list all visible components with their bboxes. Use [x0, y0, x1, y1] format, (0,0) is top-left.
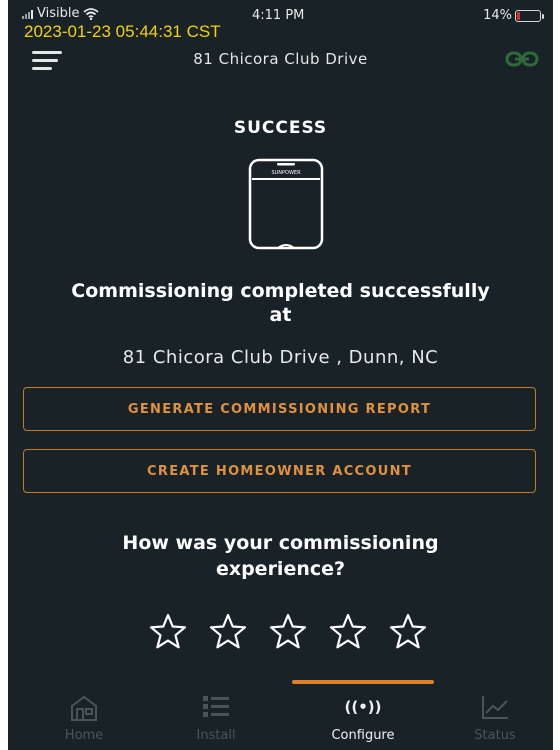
wifi-icon	[83, 7, 100, 20]
generate-report-button[interactable]: GENERATE COMMISSIONING REPORT	[23, 387, 536, 431]
battery-percent: 14%	[483, 8, 512, 23]
feedback-question-line2: experience?	[215, 558, 346, 580]
bottom-tab-bar: Home Install ((•)) Configure Status	[8, 686, 553, 750]
success-message-line2: at	[269, 304, 292, 326]
list-icon	[203, 696, 229, 717]
star-2-icon[interactable]	[208, 612, 248, 652]
star-4-icon[interactable]	[328, 612, 368, 652]
tab-home[interactable]: Home	[24, 686, 144, 750]
status-bar: Visible 4:11 PM 14% 2023-01-23 05:44:31 …	[8, 0, 553, 41]
home-icon	[71, 695, 97, 721]
tab-status-label: Status	[474, 728, 516, 743]
star-rating	[148, 612, 428, 652]
success-title: SUCCESS	[233, 118, 328, 138]
app-header: 81 Chicora Club Drive	[8, 40, 553, 80]
battery-indicator: 14%	[483, 8, 544, 23]
star-1-icon[interactable]	[148, 612, 188, 652]
tab-install[interactable]: Install	[156, 686, 276, 750]
success-message-line1: Commissioning completed successfully	[71, 280, 490, 302]
active-tab-indicator	[292, 680, 434, 684]
device-icon: SUNPOWER	[248, 158, 324, 250]
timestamp-overlay: 2023-01-23 05:44:31 CST	[24, 22, 221, 41]
app-screen: Visible 4:11 PM 14% 2023-01-23 05:44:31 …	[8, 0, 553, 750]
tab-status[interactable]: Status	[435, 686, 553, 750]
carrier-name: Visible	[37, 6, 80, 21]
tab-configure[interactable]: ((•)) Configure	[303, 686, 423, 750]
tab-configure-label: Configure	[331, 728, 395, 743]
feedback-question: How was your commissioning experience?	[8, 530, 553, 582]
header-title: 81 Chicora Club Drive	[193, 50, 368, 68]
site-address: 81 Chicora Club Drive , Dunn, NC	[122, 347, 439, 368]
star-5-icon[interactable]	[388, 612, 428, 652]
star-3-icon[interactable]	[268, 612, 308, 652]
carrier-indicator: Visible	[22, 6, 100, 21]
line-chart-icon	[482, 696, 508, 719]
broadcast-icon: ((•))	[344, 698, 382, 716]
feedback-question-line1: How was your commissioning	[122, 532, 439, 554]
battery-icon	[515, 9, 544, 22]
signal-icon	[22, 8, 33, 19]
link-icon[interactable]	[505, 48, 539, 70]
tab-home-label: Home	[64, 728, 104, 743]
clock: 4:11 PM	[252, 8, 305, 23]
create-homeowner-account-button[interactable]: CREATE HOMEOWNER ACCOUNT	[23, 449, 536, 493]
tab-install-label: Install	[196, 728, 236, 743]
device-brand-label: SUNPOWER	[271, 170, 301, 176]
